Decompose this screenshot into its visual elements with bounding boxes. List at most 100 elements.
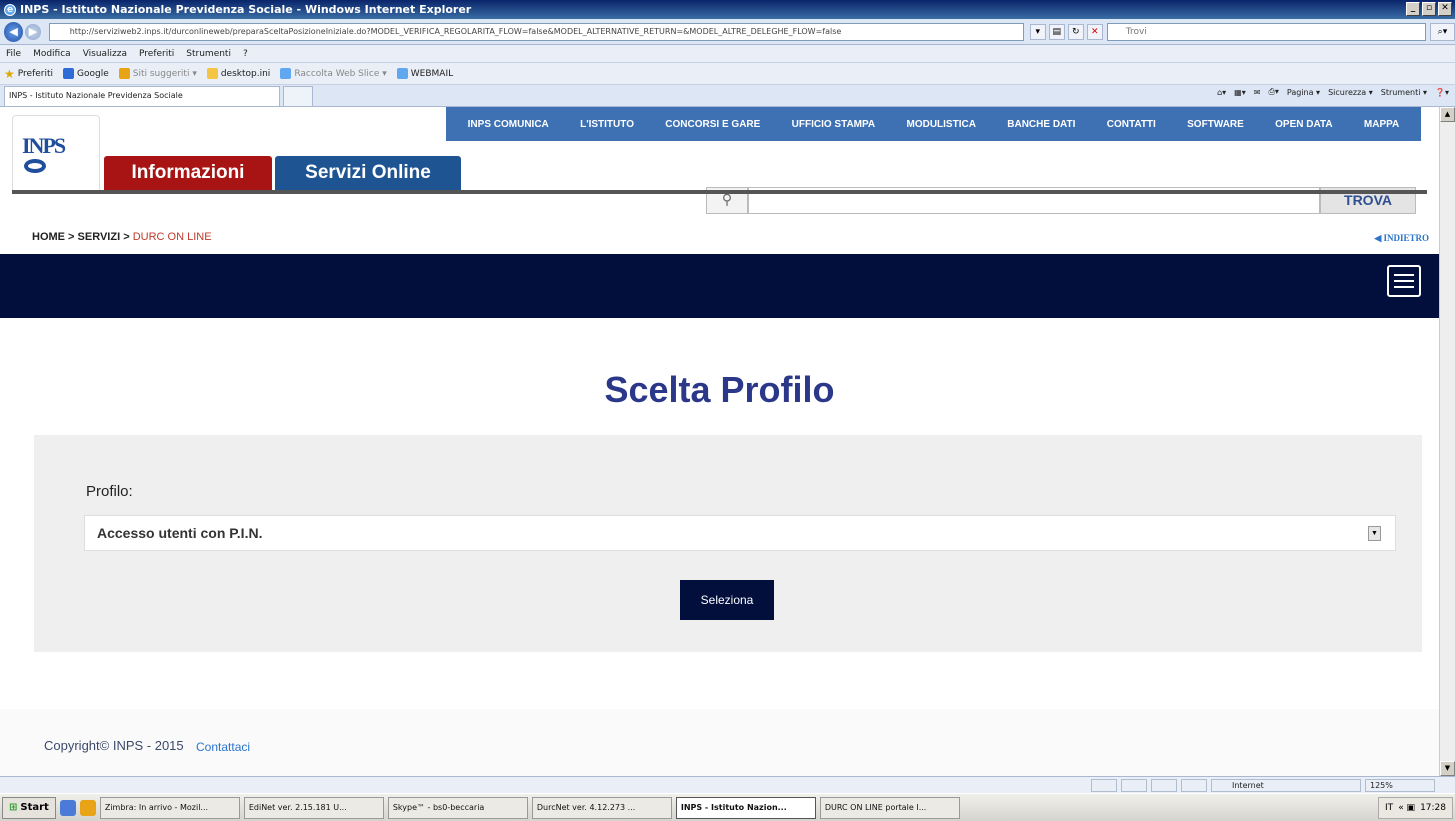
tab-inps[interactable]: INPS - Istituto Nazionale Previdenza Soc… (4, 86, 280, 106)
window-title: INPS - Istituto Nazionale Previdenza Soc… (20, 3, 472, 16)
star-icon: ★ (4, 66, 15, 81)
inps-logo[interactable]: INPS (22, 135, 66, 185)
browser-search-input[interactable]: Trovi (1106, 22, 1426, 41)
back-link[interactable]: ◀ INDIETRO (1374, 233, 1429, 244)
menu-bar: File Modifica Visualizza Preferiti Strum… (0, 45, 1455, 63)
ie-page-icon (396, 68, 408, 79)
feeds-icon[interactable]: ▦▾ (1234, 88, 1246, 97)
start-button[interactable]: ⊞ Start (2, 796, 56, 819)
forward-button[interactable]: ▶ (25, 23, 41, 40)
fav-desktop-ini[interactable]: desktop.ini (206, 68, 270, 79)
tab-informazioni[interactable]: Informazioni (104, 156, 272, 190)
task-skype[interactable]: Skype™ - bs0-beccaria (387, 796, 528, 819)
back-button[interactable]: ◀ (4, 21, 24, 42)
breadcrumb-servizi[interactable]: SERVIZI > (78, 231, 130, 243)
hamburger-menu-icon[interactable] (1387, 265, 1421, 297)
status-cell (1091, 778, 1117, 792)
nav-open-data[interactable]: OPEN DATA (1275, 119, 1332, 130)
tab-servizi-online[interactable]: Servizi Online (275, 156, 461, 190)
refresh-icon[interactable]: ↻ (1067, 23, 1084, 40)
google-icon (63, 68, 75, 79)
address-bar[interactable]: http://serviziweb2.inps.it/durconlineweb… (48, 22, 1024, 41)
home-icon[interactable]: ⌂▾ (1217, 88, 1226, 97)
status-cell (1121, 778, 1147, 792)
clock: 17:28 (1420, 803, 1446, 813)
windows-logo-icon: ⊞ (9, 801, 18, 813)
seleziona-button[interactable]: Seleziona (680, 580, 774, 620)
quicklaunch-icon[interactable] (79, 799, 96, 816)
ie-icon: e (4, 3, 16, 16)
menu-visualizza[interactable]: Visualizza (83, 49, 127, 59)
nav-ufficio-stampa[interactable]: UFFICIO STAMPA (792, 119, 876, 130)
nav-modulistica[interactable]: MODULISTICA (906, 119, 975, 130)
page-title: Scelta Profilo (604, 369, 835, 410)
menu-strumenti[interactable]: Strumenti (186, 49, 231, 59)
fav-web-slice[interactable]: Raccolta Web Slice ▾ (280, 68, 387, 79)
web-slice-icon (280, 68, 292, 79)
address-toolbar: ◀ ▶ http://serviziweb2.inps.it/durconlin… (0, 19, 1455, 45)
nav-software[interactable]: SOFTWARE (1187, 119, 1244, 130)
cmd-sicurezza[interactable]: Sicurezza ▾ (1328, 88, 1373, 97)
close-button[interactable]: ✕ (1438, 2, 1452, 16)
menu-modifica[interactable]: Modifica (33, 49, 71, 59)
nav-istituto[interactable]: L'ISTITUTO (580, 119, 634, 130)
fav-suggested-sites[interactable]: Siti suggeriti ▾ (118, 68, 197, 79)
quicklaunch-icon[interactable] (59, 799, 76, 816)
language-icon[interactable]: IT (1385, 803, 1393, 813)
nav-concorsi-gare[interactable]: CONCORSI E GARE (665, 119, 760, 130)
menu-file[interactable]: File (6, 49, 21, 59)
vertical-scrollbar[interactable]: ▲ ▼ (1439, 107, 1455, 776)
menu-preferiti[interactable]: Preferiti (139, 49, 174, 59)
scroll-down-icon[interactable]: ▼ (1440, 761, 1455, 776)
stop-icon[interactable]: ✕ (1086, 23, 1103, 40)
chevron-down-icon[interactable]: ▼ (1368, 526, 1381, 541)
fav-webmail[interactable]: WEBMAIL (396, 68, 453, 79)
breadcrumb: HOME > SERVIZI > DURC ON LINE (32, 231, 212, 243)
system-tray: IT « ▣ 17:28 (1378, 797, 1453, 819)
compatibility-icon[interactable]: ▤ (1048, 23, 1065, 40)
nav-contatti[interactable]: CONTATTI (1107, 119, 1156, 130)
maximize-button[interactable]: ▫ (1422, 2, 1436, 16)
task-zimbra[interactable]: Zimbra: In arrivo - Mozil... (99, 796, 240, 819)
command-bar: ⌂▾ ▦▾ ✉ ⎙▾ Pagina ▾ Sicurezza ▾ Strument… (1217, 87, 1449, 97)
file-icon (206, 68, 218, 79)
profile-selected-value: Accesso utenti con P.I.N. (97, 525, 263, 541)
task-durcnet[interactable]: DurcNet ver. 4.12.273 ... (531, 796, 672, 819)
dropdown-arrow-icon[interactable]: ▾ (1029, 23, 1046, 40)
zoom-level[interactable]: 125% (1365, 778, 1435, 792)
new-tab-button[interactable] (283, 86, 313, 106)
top-navigation: INPS COMUNICA L'ISTITUTO CONCORSI E GARE… (446, 107, 1421, 141)
status-cell (1181, 778, 1207, 792)
cmd-pagina[interactable]: Pagina ▾ (1287, 88, 1320, 97)
menu-help[interactable]: ? (243, 49, 248, 59)
tray-icons[interactable]: « ▣ (1398, 803, 1415, 813)
favorites-bar: ★ Preferiti Google Siti suggeriti ▾ desk… (0, 63, 1455, 85)
zoom-label: 125% (1370, 780, 1393, 790)
security-zone[interactable]: Internet (1211, 778, 1361, 792)
help-icon[interactable]: ❓▾ (1435, 88, 1449, 97)
task-edinet[interactable]: EdiNet ver. 2.15.181 U... (243, 796, 384, 819)
breadcrumb-home[interactable]: HOME > (32, 231, 74, 243)
task-inps[interactable]: INPS - Istituto Nazion... (675, 796, 816, 819)
footer: Copyright© INPS - 2015 Contattaci (0, 709, 1439, 776)
print-icon[interactable]: ⎙▾ (1268, 87, 1278, 97)
contact-link[interactable]: Contattaci (196, 740, 250, 754)
status-bar: Internet 125% (0, 776, 1455, 793)
windows-taskbar: ⊞ Start Zimbra: In arrivo - Mozil... Edi… (0, 793, 1455, 821)
cmd-strumenti[interactable]: Strumenti ▾ (1381, 88, 1427, 97)
service-bar (0, 254, 1439, 318)
profile-select[interactable]: Accesso utenti con P.I.N. ▼ (84, 515, 1396, 551)
minimize-button[interactable]: _ (1406, 2, 1420, 16)
mail-icon[interactable]: ✉ (1254, 88, 1261, 97)
favorites-button[interactable]: ★ Preferiti (4, 67, 53, 81)
nav-mappa[interactable]: MAPPA (1364, 119, 1399, 130)
fav-google[interactable]: Google (63, 68, 109, 79)
copyright-text: Copyright© INPS - 2015 (44, 738, 184, 753)
nav-banche-dati[interactable]: BANCHE DATI (1007, 119, 1075, 130)
task-durc-online[interactable]: DURC ON LINE portale I... (819, 796, 960, 819)
nav-inps-comunica[interactable]: INPS COMUNICA (468, 119, 549, 130)
profile-label: Profilo: (86, 483, 133, 500)
search-icon[interactable]: ⌕▾ (1429, 22, 1455, 41)
scroll-up-icon[interactable]: ▲ (1440, 107, 1455, 122)
breadcrumb-current: DURC ON LINE (132, 231, 212, 243)
